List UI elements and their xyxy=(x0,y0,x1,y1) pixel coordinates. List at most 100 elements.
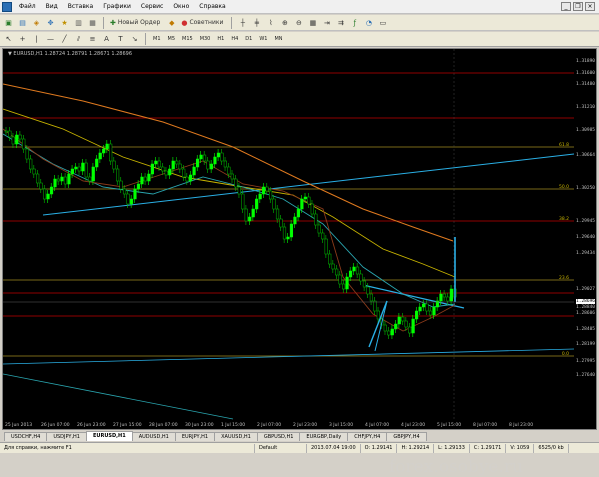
candle-body xyxy=(293,216,297,225)
navigator-icon[interactable]: ★ xyxy=(59,17,70,28)
menu-file[interactable]: Файл xyxy=(14,3,41,10)
status-low: L: 1.29133 xyxy=(434,443,470,453)
vertical-line-icon[interactable]: | xyxy=(31,34,42,45)
app-icon[interactable] xyxy=(2,1,12,12)
meta-editor-icon[interactable]: ◆ xyxy=(166,17,177,28)
menu-help[interactable]: Справка xyxy=(194,3,230,10)
templates-icon[interactable]: ▭ xyxy=(377,17,388,28)
candle-body xyxy=(112,160,116,170)
candle-body xyxy=(98,152,102,160)
tf-m30[interactable]: M30 xyxy=(198,34,213,44)
periods-icon[interactable]: ◔ xyxy=(363,17,374,28)
menu-charts[interactable]: Графики xyxy=(98,3,136,10)
candle-body xyxy=(275,208,280,220)
candle-body xyxy=(105,143,109,150)
candle-body xyxy=(362,280,367,288)
tf-w1[interactable]: W1 xyxy=(257,34,269,44)
cursor-icon[interactable]: ↖ xyxy=(3,34,14,45)
price-axis-label: 1.31890 xyxy=(576,59,595,64)
text-icon[interactable]: A xyxy=(101,34,112,45)
candle-body xyxy=(234,178,238,188)
candle-body xyxy=(418,306,422,312)
candle-body xyxy=(60,176,64,182)
chart-tab[interactable]: XAUUSD,H1 xyxy=(214,432,258,441)
horizontal-line-icon[interactable]: — xyxy=(45,34,56,45)
crosshair-icon[interactable]: + xyxy=(17,34,28,45)
candle-body xyxy=(390,328,394,336)
bar-chart-icon[interactable]: ┼ xyxy=(237,17,248,28)
menu-tools[interactable]: Сервис xyxy=(136,3,168,10)
chart-shift-icon[interactable]: ⇥ xyxy=(321,17,332,28)
restore-icon[interactable]: ❐ xyxy=(573,2,583,11)
candle-body xyxy=(154,160,158,165)
line-chart-icon[interactable]: ⌇ xyxy=(265,17,276,28)
expert-advisors-button[interactable]: ● Советники xyxy=(180,17,226,28)
fibonacci-icon[interactable]: ≡ xyxy=(87,34,98,45)
menu-insert[interactable]: Вставка xyxy=(63,3,98,10)
arrow-icon[interactable]: ↘ xyxy=(129,34,140,45)
chart-tab[interactable]: EURGBP,Daily xyxy=(299,432,349,441)
label-icon[interactable]: T xyxy=(115,34,126,45)
candle-body xyxy=(265,186,269,192)
new-chart-icon[interactable]: ▣ xyxy=(3,17,14,28)
trendline-icon[interactable]: ╱ xyxy=(59,34,70,45)
chart-tab[interactable]: AUDUSD,H1 xyxy=(131,432,176,441)
candle-body xyxy=(408,326,412,334)
chart-tab[interactable]: GBPJPY,H4 xyxy=(386,432,427,441)
candle-body xyxy=(248,216,252,222)
candle-body xyxy=(74,166,78,170)
chart-tabs: USDCHF,H4 USDJPY,H1 EURUSD,H1 AUDUSD,H1 EURJ… xyxy=(0,431,599,441)
price-chart[interactable]: 61.8 50.0 38.2 23.6 0.0 xyxy=(3,49,596,429)
chart-window[interactable]: 61.8 50.0 38.2 23.6 0.0 ▼ EURUSD,H1 1.28724 … xyxy=(2,48,597,477)
candle-body xyxy=(296,208,300,218)
tf-h1[interactable]: H1 xyxy=(215,34,226,44)
tester-icon[interactable]: ▦ xyxy=(87,17,98,28)
terminal-icon[interactable]: ▥ xyxy=(73,17,84,28)
candlestick-icon[interactable]: ╪ xyxy=(251,17,262,28)
candle-body xyxy=(282,226,287,240)
candle-body xyxy=(401,316,405,322)
close-icon[interactable]: × xyxy=(585,2,595,11)
zoom-out-icon[interactable]: ⊖ xyxy=(293,17,304,28)
menu-window[interactable]: Окно xyxy=(168,3,194,10)
tf-h4[interactable]: H4 xyxy=(229,34,240,44)
candle-body xyxy=(81,162,85,172)
toolbar-separator xyxy=(231,16,233,29)
chart-tab[interactable]: EURJPY,H1 xyxy=(174,432,216,441)
price-axis-label: 1.27995 xyxy=(576,359,595,364)
market-watch-icon[interactable]: ◈ xyxy=(31,17,42,28)
price-axis-label: 1.31210 xyxy=(576,105,595,110)
chart-tab[interactable]: USDJPY,H1 xyxy=(46,432,87,441)
price-axis-label: 1.29434 xyxy=(576,251,595,256)
menu-bar: Файл Вид Вставка Графики Сервис Окно Спр… xyxy=(0,0,599,14)
candle-body xyxy=(335,268,339,276)
tf-m15[interactable]: M15 xyxy=(180,34,195,44)
candle-body xyxy=(314,213,318,226)
auto-scroll-icon[interactable]: ⇉ xyxy=(335,17,346,28)
chart-tab[interactable]: EURUSD,H1 xyxy=(86,431,133,441)
data-window-icon[interactable]: ✥ xyxy=(45,17,56,28)
tf-m1[interactable]: M1 xyxy=(151,34,163,44)
minimize-icon[interactable]: _ xyxy=(561,2,571,11)
chart-tab[interactable]: USDCHF,H4 xyxy=(4,432,48,441)
candle-body xyxy=(143,176,148,182)
candle-body xyxy=(189,174,193,182)
channel-icon[interactable]: ⫽ xyxy=(73,34,84,45)
ma-cyan xyxy=(3,133,456,308)
candle-body xyxy=(126,193,130,205)
candle-body xyxy=(88,176,92,182)
menu-view[interactable]: Вид xyxy=(41,3,63,10)
candle-body xyxy=(178,163,182,170)
tf-m5[interactable]: M5 xyxy=(166,34,178,44)
tf-d1[interactable]: D1 xyxy=(243,34,254,44)
candle-body xyxy=(342,283,346,290)
chart-tab[interactable]: CHFJPY,H4 xyxy=(347,432,388,441)
zoom-in-icon[interactable]: ⊕ xyxy=(279,17,290,28)
chart-tab[interactable]: GBPUSD,H1 xyxy=(256,432,301,441)
new-order-button[interactable]: ✚ Новый Ордер xyxy=(109,17,163,28)
candle-body xyxy=(199,154,203,160)
tile-windows-icon[interactable]: ▦ xyxy=(307,17,318,28)
tf-mn[interactable]: MN xyxy=(272,34,284,44)
indicators-icon[interactable]: ƒ xyxy=(349,17,360,28)
profiles-icon[interactable]: ▤ xyxy=(17,17,28,28)
